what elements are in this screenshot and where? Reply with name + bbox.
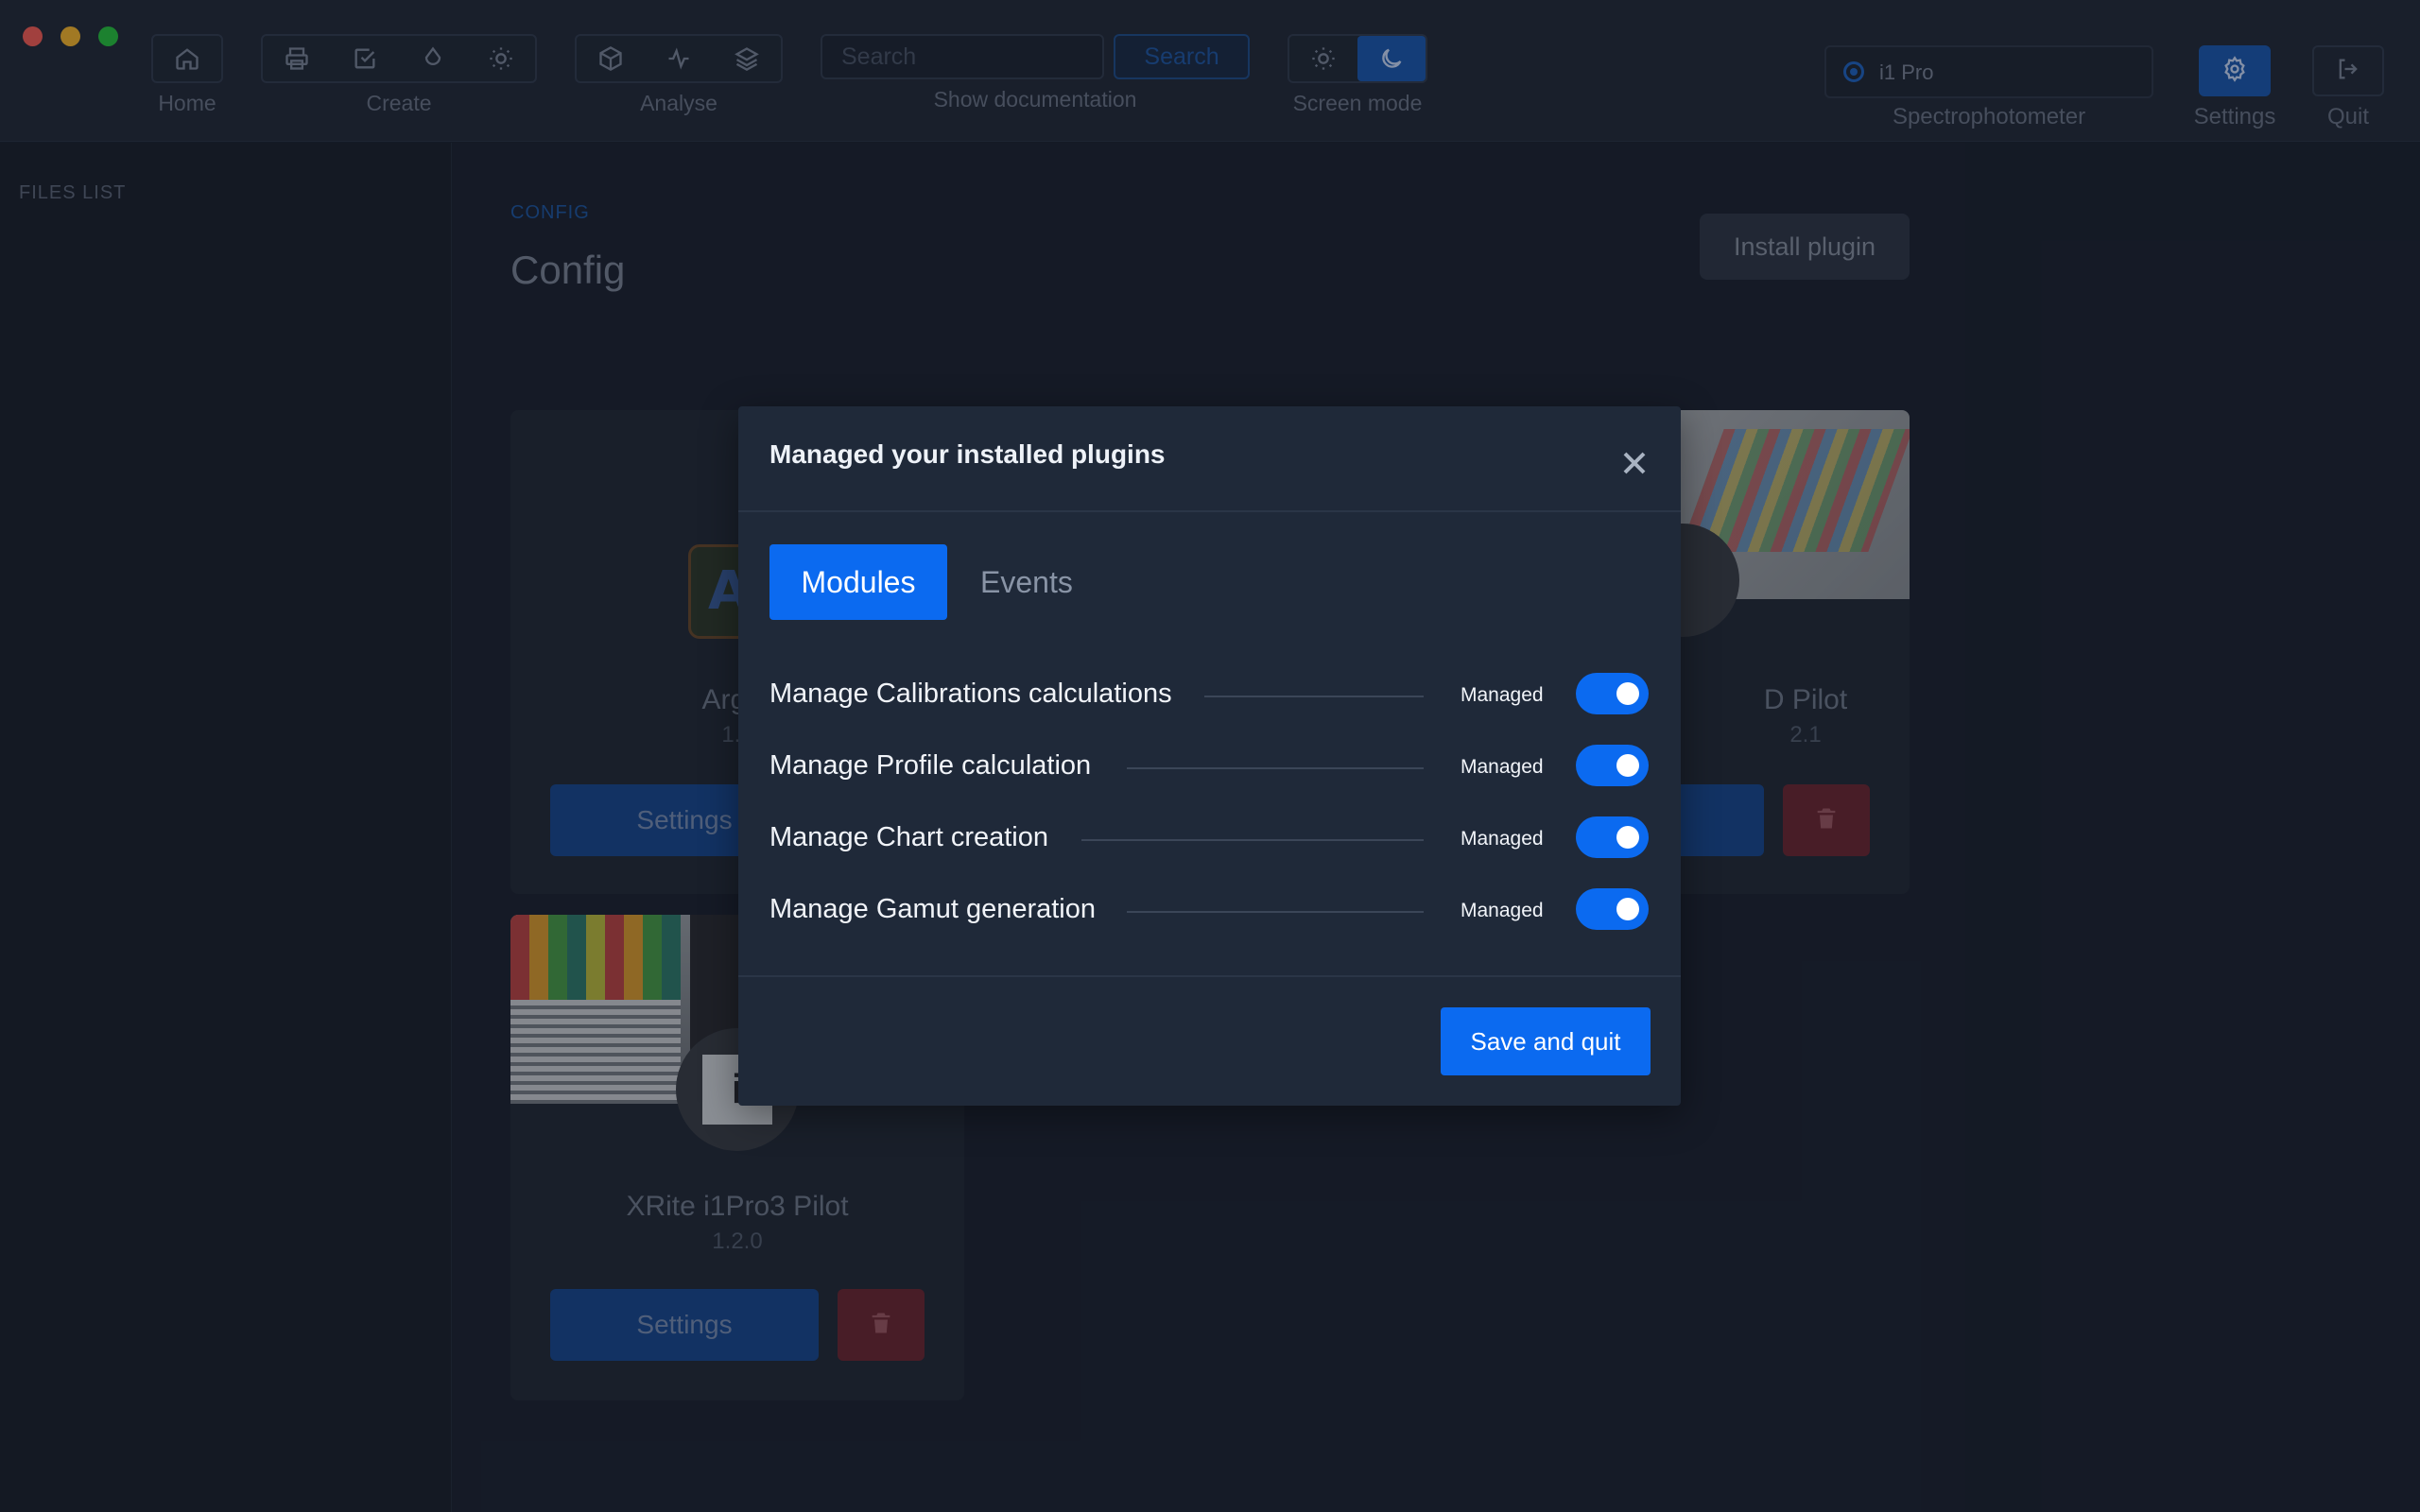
managed-status: Managed bbox=[1461, 828, 1544, 850]
module-toggle[interactable] bbox=[1576, 673, 1649, 714]
modal-title: Managed your installed plugins bbox=[769, 439, 1166, 469]
row-divider bbox=[1204, 696, 1424, 697]
module-row: Manage Calibrations calculations Managed bbox=[769, 671, 1649, 718]
module-label: Manage Gamut generation bbox=[769, 894, 1096, 924]
modal-footer-divider bbox=[738, 975, 1681, 977]
managed-status: Managed bbox=[1461, 756, 1544, 778]
module-label: Manage Calibrations calculations bbox=[769, 679, 1172, 709]
module-row: Manage Chart creation Managed bbox=[769, 815, 1649, 862]
module-toggle[interactable] bbox=[1576, 816, 1649, 858]
close-icon[interactable] bbox=[1616, 444, 1653, 482]
row-divider bbox=[1127, 767, 1424, 769]
module-toggle[interactable] bbox=[1576, 888, 1649, 930]
modal-header: Managed your installed plugins bbox=[738, 406, 1681, 512]
save-and-quit-button[interactable]: Save and quit bbox=[1441, 1007, 1651, 1075]
row-divider bbox=[1081, 839, 1424, 841]
managed-status: Managed bbox=[1461, 684, 1544, 706]
managed-status: Managed bbox=[1461, 900, 1544, 921]
manage-plugins-modal: Managed your installed plugins Modules E… bbox=[738, 406, 1681, 1106]
tab-modules[interactable]: Modules bbox=[769, 544, 947, 620]
module-label: Manage Profile calculation bbox=[769, 750, 1092, 781]
module-row: Manage Gamut generation Managed bbox=[769, 886, 1649, 934]
row-divider bbox=[1127, 911, 1424, 913]
tab-events[interactable]: Events bbox=[980, 544, 1073, 620]
module-label: Manage Chart creation bbox=[769, 822, 1048, 852]
module-toggle[interactable] bbox=[1576, 745, 1649, 786]
module-row: Manage Profile calculation Managed bbox=[769, 743, 1649, 790]
